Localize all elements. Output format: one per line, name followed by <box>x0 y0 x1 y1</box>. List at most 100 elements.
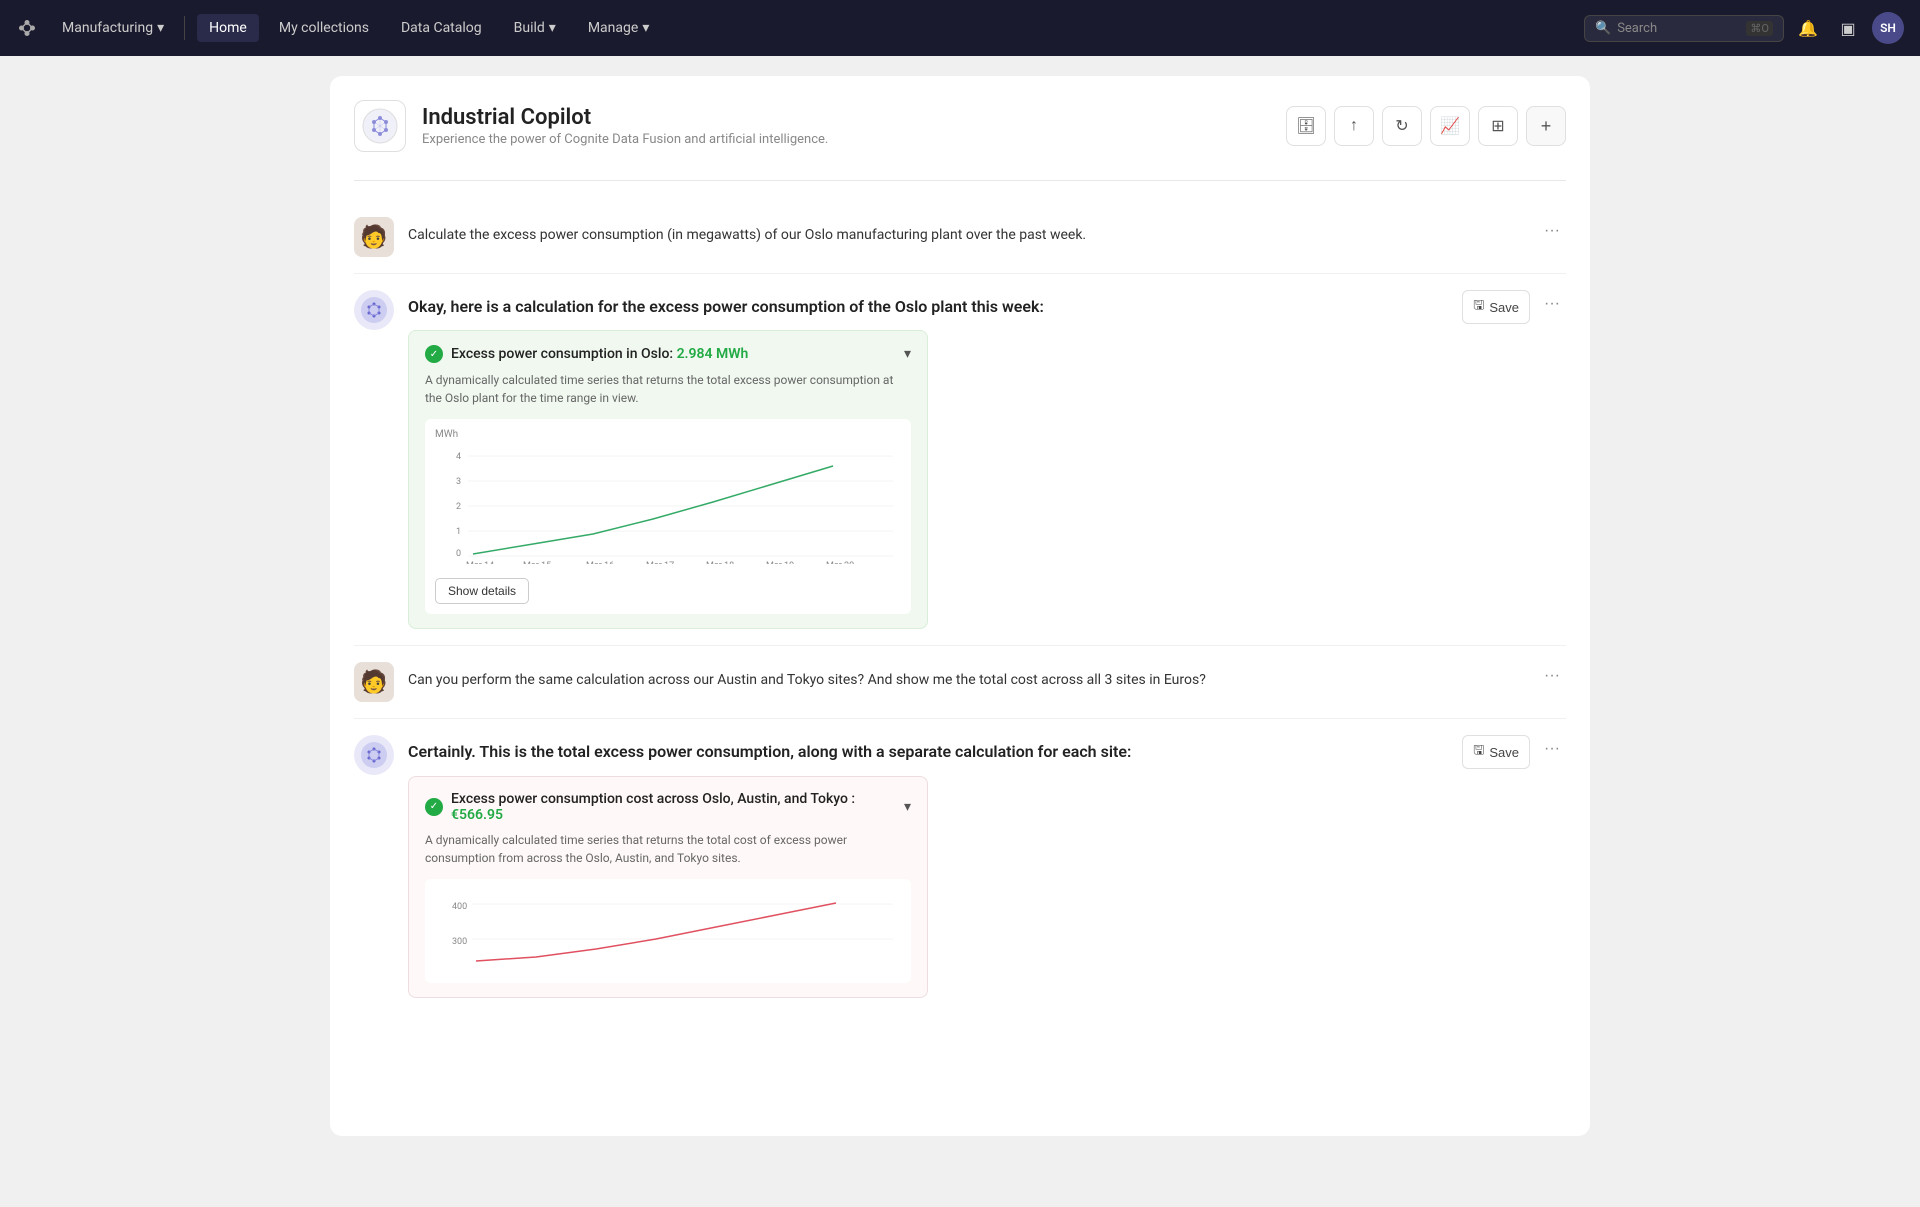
svg-text:0: 0 <box>456 549 461 559</box>
svg-text:4: 4 <box>456 452 461 462</box>
chat-message-user-2: 🧑 Can you perform the same calculation a… <box>354 646 1566 719</box>
layout-button[interactable]: ▣ <box>1832 12 1864 44</box>
svg-text:3: 3 <box>456 477 461 487</box>
upload-icon: ↑ <box>1350 117 1358 135</box>
message-actions-1: ··· <box>1538 217 1566 257</box>
svg-text:Mar 19: Mar 19 <box>766 561 794 564</box>
save-icon-2: 🖫 <box>1473 741 1484 763</box>
nav-build[interactable]: Build ▾ <box>502 14 568 42</box>
page-title: Industrial Copilot <box>422 105 828 130</box>
message-actions-2: 🖫 Save ··· <box>1462 290 1566 629</box>
result-card-1: ✓ Excess power consumption in Oslo: 2.98… <box>408 330 928 629</box>
result-value-1: 2.984 MWh <box>677 346 749 362</box>
ai-avatar-msg2 <box>354 290 394 330</box>
message-content-4: Certainly. This is the total excess powe… <box>408 735 1448 997</box>
result-title-2: Excess power consumption cost across Osl… <box>451 791 855 823</box>
section-divider <box>354 180 1566 181</box>
result-title-1: Excess power consumption in Oslo: 2.984 … <box>451 346 748 362</box>
nav-divider <box>184 16 185 40</box>
chevron-down-icon: ▾ <box>157 20 164 36</box>
message-actions-4: 🖫 Save ··· <box>1462 735 1566 997</box>
more-options-button-1[interactable]: ··· <box>1538 217 1566 245</box>
grid-icon: ⊞ <box>1491 116 1504 136</box>
chart-icon: 📈 <box>1440 116 1460 136</box>
search-box[interactable]: 🔍 Search ⌘O <box>1584 15 1784 42</box>
chevron-down-icon: ▾ <box>642 20 649 36</box>
page-header: Industrial Copilot Experience the power … <box>354 100 1566 152</box>
message-text-ai-1: Okay, here is a calculation for the exce… <box>408 290 1448 318</box>
search-placeholder: Search <box>1617 21 1740 36</box>
plus-icon: + <box>1541 116 1552 137</box>
message-content-2: Okay, here is a calculation for the exce… <box>408 290 1448 629</box>
result-card-2: ✓ Excess power consumption cost across O… <box>408 776 928 998</box>
svg-text:Mar 20: Mar 20 <box>826 561 854 564</box>
check-icon-1: ✓ <box>425 345 443 363</box>
message-text-1: Calculate the excess power consumption (… <box>408 217 1524 246</box>
search-icon: 🔍 <box>1595 21 1611 36</box>
nav-data-catalog[interactable]: Data Catalog <box>389 14 494 42</box>
message-content-1: Calculate the excess power consumption (… <box>408 217 1524 257</box>
workspace-selector[interactable]: Manufacturing ▾ <box>54 16 172 40</box>
result-desc-1: A dynamically calculated time series tha… <box>425 371 911 407</box>
result-value-2: €566.95 <box>451 807 503 823</box>
ai-avatar-msg4 <box>354 735 394 775</box>
page-header-text: Industrial Copilot Experience the power … <box>422 105 828 147</box>
chart-1: MWh 4 3 2 1 0 <box>425 419 911 614</box>
nav-manage[interactable]: Manage ▾ <box>576 14 662 42</box>
topnav: Manufacturing ▾ Home My collections Data… <box>0 0 1920 56</box>
svg-text:Mar 17: Mar 17 <box>646 561 674 564</box>
result-desc-2: A dynamically calculated time series tha… <box>425 831 911 867</box>
main-outer: Industrial Copilot Experience the power … <box>0 56 1920 1156</box>
save-button-1[interactable]: 🖫 Save <box>1462 290 1530 324</box>
svg-text:300: 300 <box>452 937 467 947</box>
svg-text:2: 2 <box>456 502 461 512</box>
nav-home[interactable]: Home <box>197 14 259 42</box>
user-avatar[interactable]: SH <box>1872 12 1904 44</box>
refresh-button[interactable]: ↻ <box>1382 106 1422 146</box>
search-shortcut: ⌘O <box>1746 21 1773 36</box>
chat-message-ai-1: Okay, here is a calculation for the exce… <box>354 274 1566 646</box>
upload-button[interactable]: ↑ <box>1334 106 1374 146</box>
svg-text:Mar 15: Mar 15 <box>523 561 551 564</box>
more-options-button-3[interactable]: ··· <box>1538 662 1566 690</box>
message-content-3: Can you perform the same calculation acr… <box>408 662 1524 702</box>
database-button[interactable]: 🗄 <box>1286 106 1326 146</box>
svg-text:Mar 16: Mar 16 <box>586 561 614 564</box>
message-text-3: Can you perform the same calculation acr… <box>408 662 1524 691</box>
more-options-button-4[interactable]: ··· <box>1538 735 1566 763</box>
svg-text:Mar 14: Mar 14 <box>466 561 494 564</box>
user-avatar-msg1: 🧑 <box>354 217 394 257</box>
chat-message-ai-2: Certainly. This is the total excess powe… <box>354 719 1566 1013</box>
header-actions: 🗄 ↑ ↻ 📈 ⊞ + <box>1286 106 1566 146</box>
page-icon <box>354 100 406 152</box>
app-logo <box>16 17 38 39</box>
avatar-initials: SH <box>1880 21 1896 35</box>
svg-text:Mar 18: Mar 18 <box>706 561 734 564</box>
chat-message-user-1: 🧑 Calculate the excess power consumption… <box>354 201 1566 274</box>
svg-text:400: 400 <box>452 902 467 912</box>
svg-text:1: 1 <box>456 527 461 537</box>
more-options-button-2[interactable]: ··· <box>1538 290 1566 318</box>
add-button[interactable]: + <box>1526 106 1566 146</box>
notifications-button[interactable]: 🔔 <box>1792 12 1824 44</box>
bell-icon: 🔔 <box>1798 19 1818 38</box>
user-avatar-msg3: 🧑 <box>354 662 394 702</box>
chart-button[interactable]: 📈 <box>1430 106 1470 146</box>
refresh-icon: ↻ <box>1395 116 1408 136</box>
layout-icon: ▣ <box>1840 19 1855 38</box>
main-card: Industrial Copilot Experience the power … <box>330 76 1590 1136</box>
save-button-2[interactable]: 🖫 Save <box>1462 735 1530 769</box>
result-card-header-1: ✓ Excess power consumption in Oslo: 2.98… <box>425 345 911 363</box>
grid-button[interactable]: ⊞ <box>1478 106 1518 146</box>
page-subtitle: Experience the power of Cognite Data Fus… <box>422 132 828 147</box>
database-icon: 🗄 <box>1296 116 1316 136</box>
result-expand-1[interactable]: ▾ <box>904 346 911 362</box>
result-card-header-2: ✓ Excess power consumption cost across O… <box>425 791 911 823</box>
save-icon: 🖫 <box>1473 296 1484 318</box>
chart-2: 400 300 <box>425 879 911 983</box>
result-expand-2[interactable]: ▾ <box>904 799 911 815</box>
workspace-label: Manufacturing <box>62 20 153 36</box>
nav-my-collections[interactable]: My collections <box>267 14 381 42</box>
show-details-button-1[interactable]: Show details <box>435 578 529 604</box>
message-actions-3: ··· <box>1538 662 1566 702</box>
